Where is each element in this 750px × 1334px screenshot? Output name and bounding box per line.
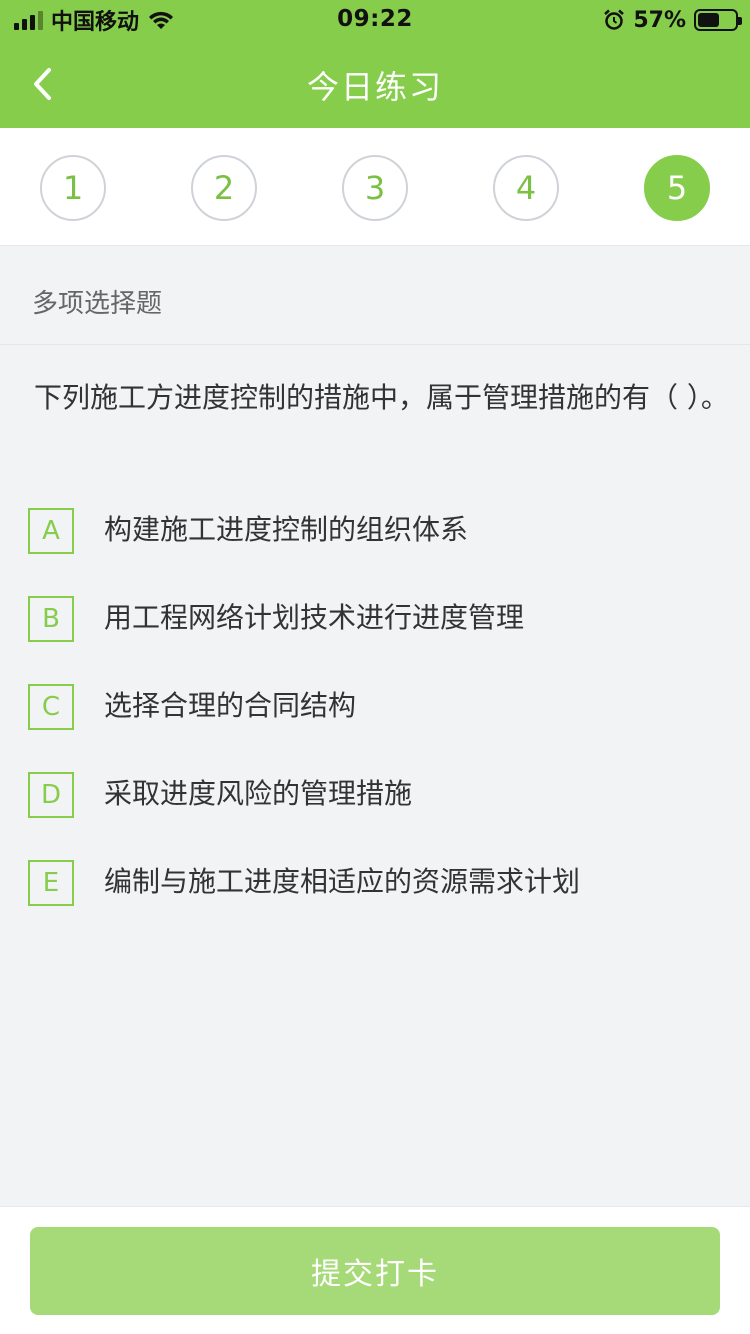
option-letter-box[interactable]: A [28, 508, 74, 554]
step-1[interactable]: 1 [40, 155, 106, 221]
option-a[interactable]: A 构建施工进度控制的组织体系 [0, 504, 750, 592]
app-header: 中国移动 09:22 57% 今日练习 [0, 0, 750, 128]
step-5[interactable]: 5 [644, 155, 710, 221]
nav-bar: 今日练习 [0, 40, 750, 128]
page-title: 今日练习 [306, 68, 443, 106]
option-text: 构建施工进度控制的组织体系 [104, 513, 469, 546]
option-text: 采取进度风险的管理措施 [104, 777, 413, 810]
battery-icon [694, 9, 742, 31]
submit-checkin-button[interactable]: 提交打卡 [30, 1227, 720, 1315]
option-list: A 构建施工进度控制的组织体系 B 用工程网络计划技术进行进度管理 C 选择合理的合同结构… [0, 504, 750, 944]
status-bar: 中国移动 09:22 57% [0, 0, 750, 40]
option-letter-box[interactable]: E [28, 860, 74, 906]
option-letter-box[interactable]: D [28, 772, 74, 818]
option-text: 用工程网络计划技术进行进度管理 [104, 601, 525, 634]
bottom-bar: 提交打卡 [0, 1206, 750, 1334]
option-letter-box[interactable]: B [28, 596, 74, 642]
battery-fill [698, 13, 719, 27]
option-b[interactable]: B 用工程网络计划技术进行进度管理 [0, 592, 750, 680]
step-4[interactable]: 4 [493, 155, 559, 221]
step-3[interactable]: 3 [342, 155, 408, 221]
question-type-label: 多项选择题 [32, 289, 163, 319]
status-right: 57% [603, 6, 742, 34]
alarm-clock-icon [604, 9, 625, 30]
option-letter-box[interactable]: C [28, 684, 74, 730]
practice-screen: 中国移动 09:22 57% 今日练习 1 2 3 4 5 多项选择题 下列施工… [0, 0, 750, 1334]
option-d[interactable]: D 采取进度风险的管理措施 [0, 768, 750, 856]
question-type-bar: 多项选择题 [0, 247, 750, 345]
option-text: 编制与施工进度相适应的资源需求计划 [104, 865, 581, 898]
question-stepper: 1 2 3 4 5 [0, 128, 750, 246]
step-2[interactable]: 2 [191, 155, 257, 221]
battery-percent: 57% [633, 7, 686, 33]
question-text: 下列施工方进度控制的措施中，属于管理措施的有（ ）。 [34, 381, 729, 414]
option-c[interactable]: C 选择合理的合同结构 [0, 680, 750, 768]
option-text: 选择合理的合同结构 [104, 689, 357, 722]
option-e[interactable]: E 编制与施工进度相适应的资源需求计划 [0, 856, 750, 944]
